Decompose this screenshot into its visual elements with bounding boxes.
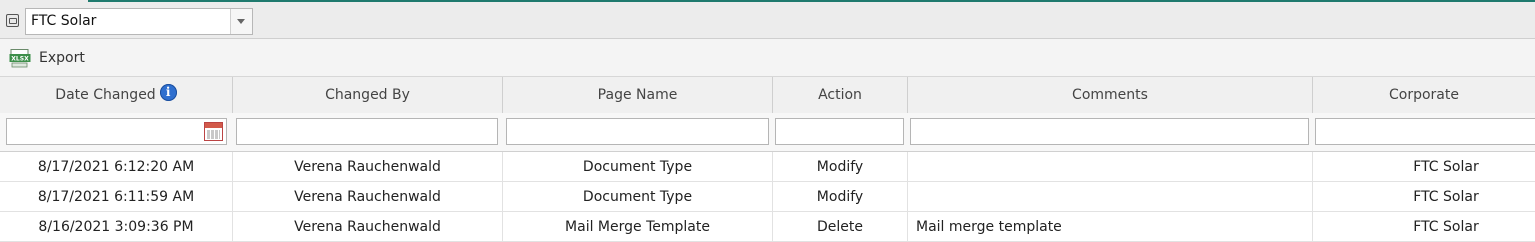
- page-name-filter[interactable]: [506, 118, 769, 145]
- column-header-label: Page Name: [597, 87, 678, 103]
- excel-export-icon: XLSX: [9, 49, 31, 68]
- corporate-cell: FTC Solar: [1413, 189, 1479, 205]
- page-name-cell: Document Type: [503, 182, 773, 212]
- table-row[interactable]: 8/17/2021 6:11:59 AM Verena Rauchenwald …: [0, 182, 1535, 212]
- info-icon[interactable]: i: [159, 83, 177, 101]
- corporate-filter[interactable]: [1315, 118, 1535, 145]
- column-header-comments[interactable]: Comments: [908, 77, 1313, 113]
- chevron-down-icon[interactable]: [230, 9, 252, 34]
- accent-line: [88, 0, 1535, 2]
- table-row[interactable]: 8/17/2021 6:12:20 AM Verena Rauchenwald …: [0, 152, 1535, 182]
- action-filter[interactable]: [775, 118, 904, 145]
- column-header-action[interactable]: Action: [773, 77, 908, 113]
- changed-by-cell: Verena Rauchenwald: [233, 152, 503, 182]
- svg-text:XLSX: XLSX: [11, 56, 29, 63]
- column-header-label: Action: [818, 87, 862, 103]
- column-header-label: Comments: [1072, 87, 1148, 103]
- date-changed-cell: 8/16/2021 3:09:36 PM: [0, 212, 233, 242]
- date-changed-cell: 8/17/2021 6:11:59 AM: [0, 182, 233, 212]
- date-changed-cell: 8/17/2021 6:12:20 AM: [0, 152, 233, 182]
- column-header-corporate[interactable]: Corporate: [1313, 77, 1535, 113]
- company-selector[interactable]: FTC Solar: [25, 8, 253, 35]
- company-icon: [6, 14, 19, 27]
- grid-header: Date Changed i Changed By Page Name Actio…: [0, 77, 1535, 114]
- date-changed-filter[interactable]: [6, 118, 227, 145]
- column-header-page-name[interactable]: Page Name: [503, 77, 773, 113]
- column-header-date-changed[interactable]: Date Changed i: [0, 77, 233, 113]
- calendar-icon[interactable]: [204, 122, 223, 141]
- comments-cell: [908, 152, 1313, 182]
- comments-cell: [908, 182, 1313, 212]
- page-name-cell: Mail Merge Template: [503, 212, 773, 242]
- comments-cell: Mail merge template: [908, 212, 1313, 242]
- page-name-cell: Document Type: [503, 152, 773, 182]
- column-header-changed-by[interactable]: Changed By: [233, 77, 503, 113]
- export-label: Export: [39, 50, 85, 66]
- changed-by-cell: Verena Rauchenwald: [233, 212, 503, 242]
- company-selector-value: FTC Solar: [31, 13, 97, 29]
- table-row[interactable]: 8/16/2021 3:09:36 PM Verena Rauchenwald …: [0, 212, 1535, 242]
- column-header-label: Corporate: [1389, 87, 1459, 103]
- grid-toolbar: XLSX Export: [0, 39, 1535, 77]
- action-cell: Modify: [773, 152, 908, 182]
- comments-filter[interactable]: [910, 118, 1309, 145]
- company-bar: FTC Solar: [0, 0, 1535, 39]
- action-cell: Delete: [773, 212, 908, 242]
- corporate-cell: FTC Solar: [1413, 159, 1479, 175]
- changed-by-filter[interactable]: [236, 118, 498, 145]
- filter-row: [0, 113, 1535, 152]
- action-cell: Modify: [773, 182, 908, 212]
- corporate-cell: FTC Solar: [1413, 219, 1479, 235]
- column-header-label: Changed By: [325, 87, 410, 103]
- changed-by-cell: Verena Rauchenwald: [233, 182, 503, 212]
- column-header-label: Date Changed: [55, 87, 156, 103]
